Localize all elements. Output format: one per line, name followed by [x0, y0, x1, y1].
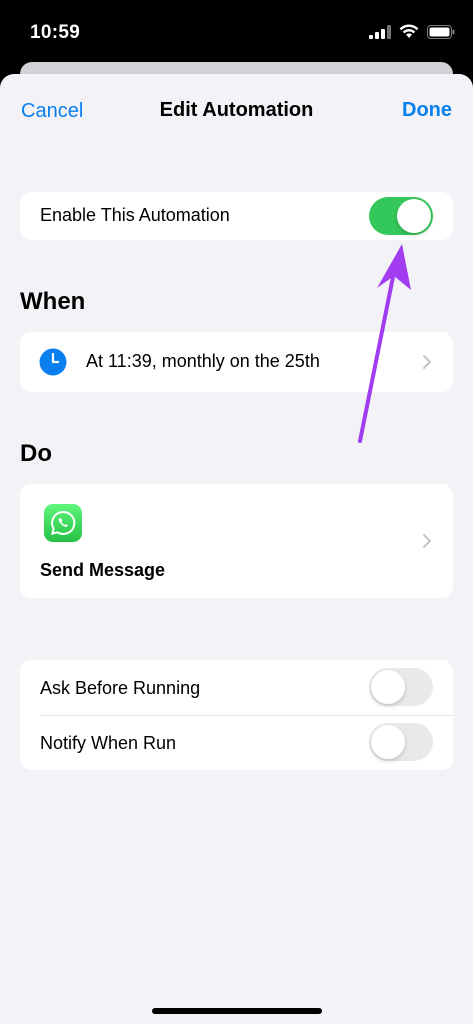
do-action-row[interactable]: Send Message: [20, 484, 453, 598]
toggle-knob: [371, 670, 405, 704]
enable-automation-label: Enable This Automation: [40, 205, 230, 225]
row-divider: [40, 715, 453, 716]
enable-automation-row: Enable This Automation: [20, 192, 453, 240]
options-group: Ask Before Running Notify When Run: [20, 660, 453, 770]
toggle-knob: [397, 199, 431, 233]
home-indicator[interactable]: [152, 1008, 322, 1014]
ask-before-running-label: Ask Before Running: [40, 678, 201, 698]
when-trigger-row[interactable]: At 11:39, monthly on the 25th: [20, 332, 453, 392]
when-section-title: When: [20, 288, 86, 315]
whatsapp-icon: [44, 504, 82, 542]
battery-icon: [427, 24, 455, 39]
iphone-screen: 10:59 Cancel Edit Automation Done Enable…: [0, 0, 473, 1024]
chevron-right-icon: [423, 355, 431, 369]
toggle-knob: [371, 725, 405, 759]
notify-when-run-toggle[interactable]: [369, 723, 433, 761]
when-trigger-label: At 11:39, monthly on the 25th: [86, 351, 320, 371]
done-button[interactable]: Done: [402, 99, 452, 122]
do-section-title: Do: [20, 440, 52, 467]
wifi-icon: [399, 24, 419, 38]
status-bar: 10:59: [0, 0, 473, 66]
notify-when-run-label: Notify When Run: [40, 733, 177, 753]
cellular-signal-icon: [369, 24, 391, 39]
status-time: 10:59: [30, 22, 81, 43]
enable-automation-toggle[interactable]: [369, 197, 433, 235]
ask-before-running-toggle[interactable]: [369, 668, 433, 706]
status-icons: [369, 24, 455, 39]
clock-icon: [39, 348, 67, 376]
navigation-bar: Cancel Edit Automation Done: [0, 74, 473, 146]
chevron-right-icon: [423, 534, 431, 548]
edit-automation-sheet: Cancel Edit Automation Done Enable This …: [0, 74, 473, 1024]
do-action-label: Send Message: [40, 560, 166, 580]
